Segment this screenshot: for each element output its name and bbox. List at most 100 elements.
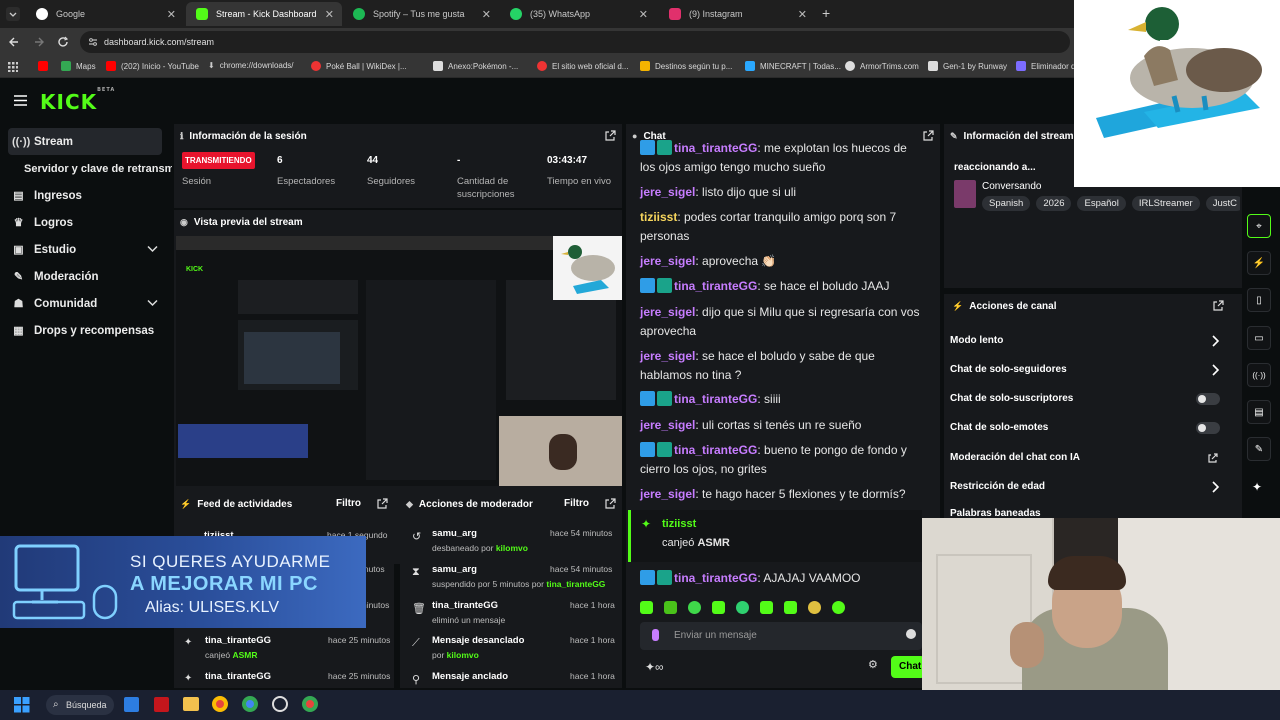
popout-icon[interactable] — [1213, 300, 1224, 311]
sidebar-item-drops[interactable]: ▦ Drops y recompensas — [0, 317, 170, 344]
hamburger-menu-icon[interactable] — [14, 95, 27, 106]
bookmark-runway[interactable]: Gen-1 by Runway — [928, 61, 1007, 71]
browser-tab-instagram[interactable]: (9) Instagram ✕ — [659, 2, 815, 26]
stream-category[interactable]: Conversando — [982, 181, 1041, 192]
chat-username[interactable]: tina_tiranteGG — [674, 279, 757, 293]
microphone-icon[interactable] — [652, 629, 659, 641]
taskbar-app-icon[interactable] — [154, 697, 169, 712]
chat-username[interactable]: tiziisst — [662, 518, 696, 530]
site-info-icon[interactable] — [88, 37, 98, 47]
chat-username[interactable]: jere_sigel — [640, 418, 695, 432]
address-bar[interactable]: dashboard.kick.com/stream — [80, 31, 1070, 53]
settings-gear-icon[interactable]: ⚙ — [868, 658, 878, 671]
emote-icon[interactable] — [688, 600, 701, 614]
bookmark-armortrims[interactable]: ArmorTrims.com — [845, 61, 919, 71]
bookmark-destinos[interactable]: Destinos según tu p... — [640, 61, 732, 71]
chat-username[interactable]: tina_tiranteGG — [674, 141, 757, 155]
channel-action-slow-mode[interactable]: Modo lento — [950, 332, 1230, 350]
tab-search-button[interactable] — [6, 7, 20, 21]
browser-tab-kick[interactable]: Stream - Kick Dashboard ✕ — [186, 2, 342, 26]
chat-username[interactable]: tiziisst — [640, 210, 677, 224]
channel-action-age-restriction[interactable]: Restricción de edad — [950, 478, 1230, 496]
sidebar-item-comunidad[interactable]: ☗ Comunidad — [0, 290, 170, 317]
bookmark-wikidex[interactable]: Poké Ball | WikiDex |... — [311, 61, 407, 71]
bookmark-youtube[interactable] — [38, 61, 53, 71]
emote-icon[interactable] — [832, 600, 845, 614]
tool-chat-button[interactable]: ▭ — [1247, 326, 1271, 350]
stream-preview-video[interactable]: KICK — [176, 236, 622, 486]
tool-wrench-button[interactable]: ✎ — [1247, 437, 1271, 461]
bookmark-wikipedia[interactable]: Anexo:Pokémon -... — [433, 61, 518, 71]
emote-icon[interactable] — [760, 600, 773, 614]
bookmark-eliminador[interactable]: Eliminador d — [1016, 61, 1075, 71]
close-icon[interactable]: ✕ — [482, 8, 491, 21]
emote-icon[interactable] — [664, 600, 677, 614]
chat-username[interactable]: jere_sigel — [640, 349, 695, 363]
file-explorer-icon[interactable] — [183, 697, 199, 711]
channel-action-banned-words[interactable]: Palabras baneadas — [950, 505, 1230, 517]
new-tab-button[interactable]: + — [822, 5, 830, 21]
chat-username[interactable]: jere_sigel — [640, 305, 695, 319]
emote-icon[interactable] — [712, 600, 725, 614]
tool-layout-button[interactable]: ▤ — [1247, 400, 1271, 424]
back-icon[interactable] — [8, 36, 20, 48]
emotes-only-toggle[interactable] — [1196, 422, 1220, 434]
apps-grid-icon[interactable] — [8, 62, 18, 72]
bookmark-maps[interactable]: Maps — [61, 61, 96, 71]
chrome-icon[interactable] — [242, 696, 258, 712]
browser-tab-whatsapp[interactable]: (35) WhatsApp ✕ — [500, 2, 656, 26]
browser-tab-google[interactable]: Google ✕ — [26, 2, 184, 26]
bookmark-pokemon-official[interactable]: El sitio web oficial d... — [537, 61, 628, 71]
tag-chip[interactable]: 2026 — [1036, 196, 1072, 211]
tag-chip[interactable]: Spanish — [982, 196, 1031, 211]
bookmark-downloads[interactable]: ⬇ chrome://downloads/ — [208, 61, 294, 70]
points-icon[interactable]: ✦∞ — [645, 660, 664, 674]
taskbar-search[interactable]: ⌕ Búsqueda — [46, 695, 114, 715]
chat-username[interactable]: tina_tiranteGG — [674, 443, 757, 457]
tool-focus-button[interactable]: ⌖ — [1247, 214, 1271, 238]
send-chat-button[interactable]: Chat — [891, 656, 925, 678]
channel-action-followers-only[interactable]: Chat de solo-seguidores — [950, 361, 1230, 379]
bookmark-minecraft[interactable]: MINECRAFT | Todas... — [745, 61, 841, 71]
close-icon[interactable]: ✕ — [798, 8, 807, 21]
subscribers-only-toggle[interactable] — [1196, 393, 1220, 405]
tag-chip[interactable]: JustC — [1205, 196, 1240, 211]
tool-bolt-button[interactable]: ⚡ — [1247, 251, 1271, 275]
tool-info-button[interactable]: ▯ — [1247, 288, 1271, 312]
close-icon[interactable]: ✕ — [167, 8, 176, 21]
emote-icon[interactable] — [784, 600, 797, 614]
tool-more-button[interactable]: ✦ — [1252, 480, 1262, 494]
close-icon[interactable]: ✕ — [325, 8, 334, 21]
chat-username[interactable]: tina_tiranteGG — [674, 392, 757, 406]
tag-chip[interactable]: IRLStreamer — [1131, 196, 1200, 211]
emote-icon[interactable] — [808, 600, 821, 614]
emote-icon[interactable] — [640, 600, 653, 614]
chat-username[interactable]: jere_sigel — [640, 487, 695, 501]
chat-input[interactable]: Enviar un mensaje — [640, 622, 922, 650]
chat-username[interactable]: tina_tiranteGG — [674, 571, 757, 585]
taskbar-app-icon[interactable] — [124, 697, 139, 712]
sidebar-item-ingresos[interactable]: ▤ Ingresos — [0, 182, 170, 209]
sidebar-item-logros[interactable]: ♛ Logros — [0, 209, 170, 236]
tool-live-button[interactable]: ((·)) — [1247, 363, 1271, 387]
sidebar-item-estudio[interactable]: ▣ Estudio — [0, 236, 170, 263]
close-icon[interactable]: ✕ — [639, 8, 648, 21]
sidebar-item-moderacion[interactable]: ✎ Moderación — [0, 263, 170, 290]
chat-username[interactable]: jere_sigel — [640, 254, 695, 268]
chrome-icon[interactable] — [302, 696, 318, 712]
feed-filter-button[interactable]: Filtro — [336, 498, 361, 509]
chat-username[interactable]: jere_sigel — [640, 185, 695, 199]
bookmark-youtube-home[interactable]: (202) Inicio - YouTube — [106, 61, 199, 71]
reload-icon[interactable] — [57, 36, 69, 48]
chrome-icon[interactable] — [212, 696, 228, 712]
emoji-icon[interactable] — [906, 629, 916, 639]
forward-icon[interactable] — [33, 36, 45, 48]
sidebar-item-stream[interactable]: ((·)) Stream — [8, 128, 162, 155]
popout-icon[interactable] — [377, 498, 388, 509]
obs-icon[interactable] — [272, 696, 288, 712]
windows-start-icon[interactable] — [14, 697, 30, 713]
popout-icon[interactable] — [605, 498, 616, 509]
sidebar-item-server-key[interactable]: Servidor y clave de retransmisión — [0, 155, 172, 182]
browser-tab-spotify[interactable]: Spotify – Tus me gusta ✕ — [343, 2, 499, 26]
emote-icon[interactable] — [736, 600, 749, 614]
